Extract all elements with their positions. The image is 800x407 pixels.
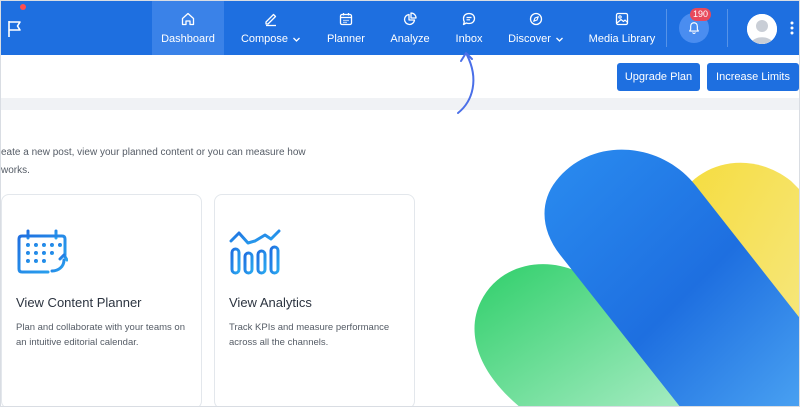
intro-text: eate a new post, view your planned conte… (1, 144, 341, 180)
home-icon (181, 12, 195, 26)
pointer-arrow-annotation (457, 52, 475, 114)
top-navbar: Dashboard Compose Planner Analyze Inbox … (1, 1, 799, 55)
nav-inbox-label: Inbox (455, 33, 483, 45)
section-divider (1, 98, 799, 110)
nav-compose[interactable]: Compose (233, 1, 309, 55)
nav-analyze-label: Analyze (390, 33, 430, 45)
nav-divider (666, 9, 667, 47)
nav-media-library-label: Media Library (588, 33, 656, 45)
user-avatar[interactable] (747, 14, 777, 44)
card-title: View Analytics (229, 295, 312, 310)
image-icon (615, 12, 629, 26)
logo-status-dot (20, 4, 26, 10)
nav-divider (727, 9, 728, 47)
compass-icon (529, 12, 543, 26)
nav-dashboard[interactable]: Dashboard (152, 1, 224, 55)
nav-media-library[interactable]: Media Library (583, 1, 661, 55)
chevron-down-icon (293, 37, 300, 42)
card-title: View Content Planner (16, 295, 142, 310)
increase-limits-button[interactable]: Increase Limits (707, 63, 799, 91)
analytics-card[interactable]: View Analytics Track KPIs and measure pe… (214, 194, 415, 406)
more-options-icon[interactable] (790, 21, 794, 35)
default-user-icon (747, 14, 777, 44)
calendar-icon (339, 13, 353, 26)
card-description: Plan and collaborate with your teams on … (16, 322, 185, 348)
intro-line-2: works. (1, 165, 30, 176)
nav-discover[interactable]: Discover (501, 1, 571, 55)
card-description: Track KPIs and measure performance acros… (229, 322, 390, 348)
nav-planner-label: Planner (327, 33, 365, 45)
nav-dashboard-label: Dashboard (161, 33, 215, 45)
intro-line-1: eate a new post, view your planned conte… (1, 147, 306, 158)
flag-logo-icon[interactable] (6, 19, 28, 39)
nav-analyze[interactable]: Analyze (383, 1, 437, 55)
pen-icon (265, 13, 277, 27)
pie-chart-icon (403, 12, 417, 26)
nav-planner[interactable]: Planner (319, 1, 373, 55)
notification-count-badge: 190 (690, 8, 712, 21)
upgrade-plan-button[interactable]: Upgrade Plan (617, 63, 700, 91)
analytics-bars-icon (229, 229, 281, 275)
app-window: Dashboard Compose Planner Analyze Inbox … (0, 0, 800, 407)
nav-compose-label: Compose (240, 33, 289, 45)
content-planner-card[interactable]: View Content Planner Plan and collaborat… (1, 194, 202, 406)
calendar-grid-icon (17, 229, 68, 274)
decorative-illustration (474, 149, 799, 406)
chat-icon (462, 12, 476, 26)
nav-discover-label: Discover (508, 33, 551, 45)
bell-icon (689, 22, 699, 35)
nav-inbox[interactable]: Inbox (447, 1, 491, 55)
chevron-down-icon (555, 37, 563, 42)
